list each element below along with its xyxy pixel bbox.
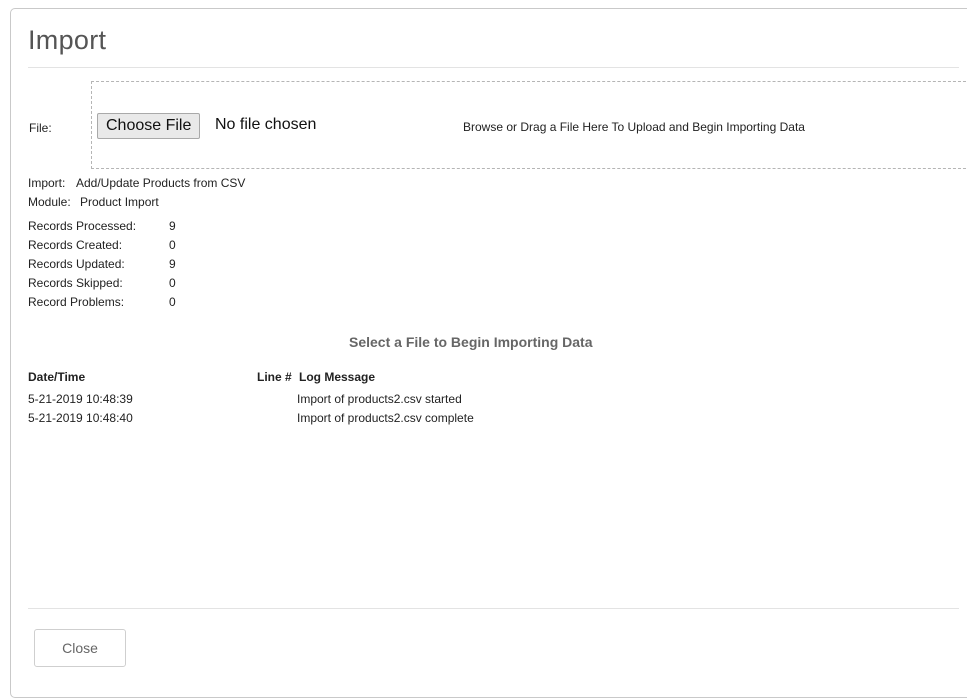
- stat-value: 9: [169, 219, 176, 233]
- close-button[interactable]: Close: [34, 629, 126, 667]
- choose-file-button[interactable]: Choose File: [97, 113, 201, 139]
- stat-label: Record Problems:: [28, 295, 125, 309]
- log-header-datetime: Date/Time: [28, 370, 86, 384]
- stat-row-created: Records Created: 0: [28, 238, 176, 252]
- dialog-title: Import: [28, 25, 107, 55]
- stat-row-skipped: Records Skipped: 0: [28, 276, 176, 290]
- log-message: Import of products2.csv complete: [297, 411, 474, 425]
- stat-value: 0: [169, 276, 176, 290]
- stat-label: Records Skipped:: [28, 276, 123, 290]
- stat-label: Records Updated:: [28, 257, 125, 271]
- import-type-value: Add/Update Products from CSV: [76, 176, 246, 190]
- stat-row-problems: Record Problems: 0: [28, 295, 176, 309]
- file-label: File:: [29, 121, 52, 135]
- module-label: Module:: [28, 195, 71, 209]
- stat-value: 9: [169, 257, 176, 271]
- module-row: Module: Product Import: [28, 195, 159, 209]
- log-header-message: Log Message: [299, 370, 376, 384]
- module-value: Product Import: [80, 195, 159, 209]
- import-dialog: Import File: Choose File No file chosen …: [10, 8, 967, 698]
- status-message: Select a File to Begin Importing Data: [349, 334, 593, 350]
- stat-value: 0: [169, 238, 176, 252]
- footer-divider: [28, 608, 959, 609]
- log-datetime: 5-21-2019 10:48:39: [28, 392, 133, 406]
- drop-hint: Browse or Drag a File Here To Upload and…: [463, 120, 805, 134]
- log-header-line: Line #: [257, 370, 292, 384]
- stat-row-updated: Records Updated: 9: [28, 257, 176, 271]
- log-datetime: 5-21-2019 10:48:40: [28, 411, 133, 425]
- stat-row-processed: Records Processed: 9: [28, 219, 176, 233]
- title-divider: [28, 67, 959, 68]
- stat-value: 0: [169, 295, 176, 309]
- log-message: Import of products2.csv started: [297, 392, 462, 406]
- file-status: No file chosen: [215, 116, 317, 133]
- stat-label: Records Created:: [28, 238, 123, 252]
- import-type-row: Import: Add/Update Products from CSV: [28, 176, 245, 190]
- import-type-label: Import:: [28, 176, 66, 190]
- stat-label: Records Processed:: [28, 219, 137, 233]
